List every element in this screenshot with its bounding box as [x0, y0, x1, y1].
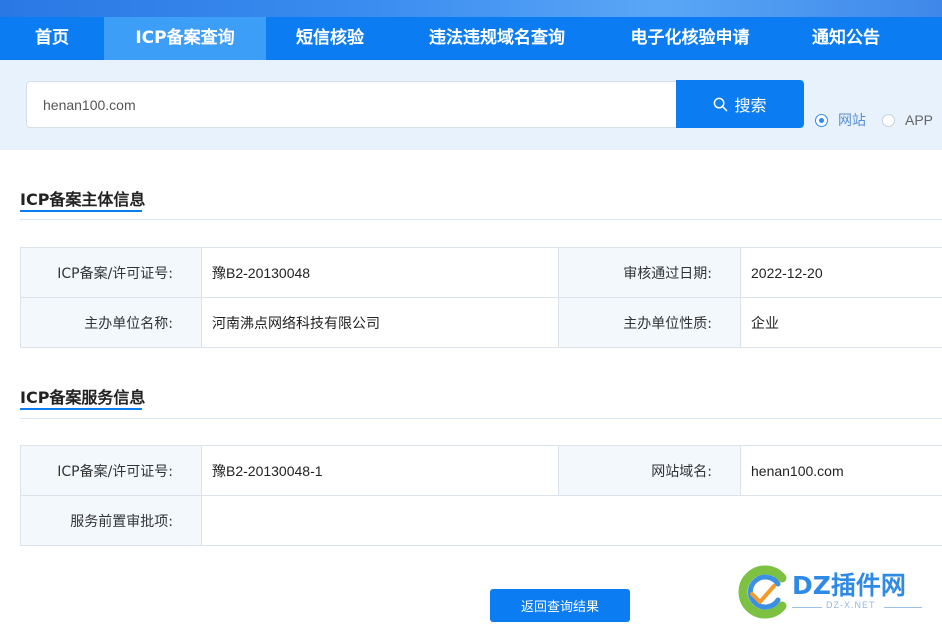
back-to-results-button[interactable]: 返回查询结果	[490, 589, 630, 622]
radio-website-dot[interactable]	[815, 113, 828, 127]
watermark-line-right	[884, 607, 922, 608]
nav-item-e-verify[interactable]: 电子化核验申请	[600, 17, 780, 60]
search-input[interactable]	[26, 81, 676, 128]
watermark-sub: DZ-X.NET	[826, 600, 876, 610]
radio-website[interactable]: 网站	[815, 111, 866, 129]
top-banner	[0, 0, 942, 17]
service-license-value: 豫B2-20130048-1	[202, 446, 559, 496]
organizer-name-label: 主办单位名称:	[21, 298, 202, 348]
search-button[interactable]: 搜索	[676, 80, 804, 128]
organizer-type-value: 企业	[741, 298, 942, 348]
service-section-underline	[20, 408, 142, 410]
nav-item-sms-verify[interactable]: 短信核验	[266, 17, 394, 60]
domain-value: henan100.com	[741, 446, 942, 496]
radio-app[interactable]: APP	[882, 111, 933, 129]
domain-label: 网站域名:	[559, 446, 741, 496]
search-button-label: 搜索	[734, 96, 767, 115]
radio-app-dot[interactable]	[882, 113, 895, 127]
radio-app-label: APP	[905, 112, 934, 128]
pre-approval-label: 服务前置审批项:	[21, 496, 202, 546]
service-license-label: ICP备案/许可证号:	[21, 446, 202, 496]
dz-logo-icon	[738, 565, 787, 619]
nav-item-home[interactable]: 首页	[0, 17, 104, 60]
search-area: 搜索 网站 APP	[0, 60, 942, 150]
radio-website-label: 网站	[838, 113, 866, 129]
service-info-table: ICP备案/许可证号: 豫B2-20130048-1 网站域名: henan10…	[20, 445, 942, 546]
service-section-title: ICP备案服务信息	[20, 388, 146, 407]
service-section-divider	[20, 418, 942, 419]
nav-item-illegal-domain[interactable]: 违法违规域名查询	[394, 17, 600, 60]
watermark-line-left	[792, 607, 822, 608]
entity-section-title: ICP备案主体信息	[20, 190, 146, 209]
watermark-text: DZ插件网	[792, 571, 906, 600]
entity-license-value: 豫B2-20130048	[202, 248, 559, 298]
organizer-name-value: 河南沸点网络科技有限公司	[202, 298, 559, 348]
search-icon	[714, 97, 728, 111]
nav-item-notices[interactable]: 通知公告	[780, 17, 912, 60]
pre-approval-value	[202, 496, 942, 546]
approval-date-label: 审核通过日期:	[559, 248, 741, 298]
main-nav: 首页 ICP备案查询 短信核验 违法违规域名查询 电子化核验申请 通知公告	[0, 17, 942, 60]
entity-license-label: ICP备案/许可证号:	[21, 248, 202, 298]
organizer-type-label: 主办单位性质:	[559, 298, 741, 348]
watermark: DZ插件网 DZ-X.NET	[738, 562, 938, 622]
approval-date-value: 2022-12-20	[741, 248, 942, 298]
entity-info-table: ICP备案/许可证号: 豫B2-20130048 审核通过日期: 2022-12…	[20, 247, 942, 348]
entity-section-underline	[20, 210, 142, 212]
nav-item-icp-query[interactable]: ICP备案查询	[104, 17, 266, 60]
entity-section-divider	[20, 219, 942, 220]
